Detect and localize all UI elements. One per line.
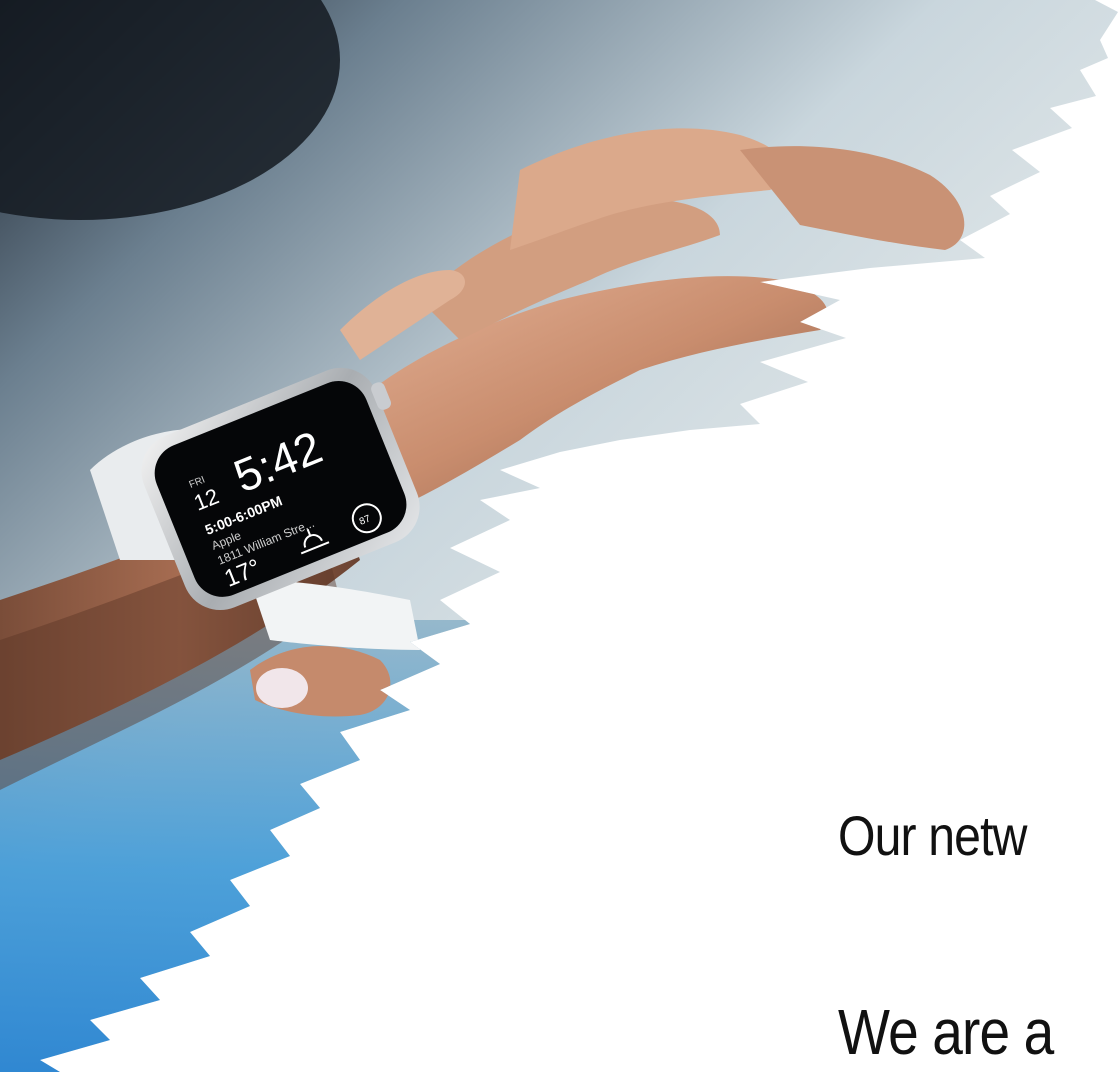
photo-illustration: FRI 12 5:42 5:00-6:00PM Apple 1811 Willi… bbox=[0, 0, 1118, 1072]
slide-canvas: FRI 12 5:42 5:00-6:00PM Apple 1811 Willi… bbox=[0, 0, 1118, 1072]
slide-headline: Our netw bbox=[838, 804, 1027, 867]
torn-photo-hand-with-smartwatch: FRI 12 5:42 5:00-6:00PM Apple 1811 Willi… bbox=[0, 0, 1118, 1072]
slide-subline: We are a bbox=[838, 996, 1054, 1068]
